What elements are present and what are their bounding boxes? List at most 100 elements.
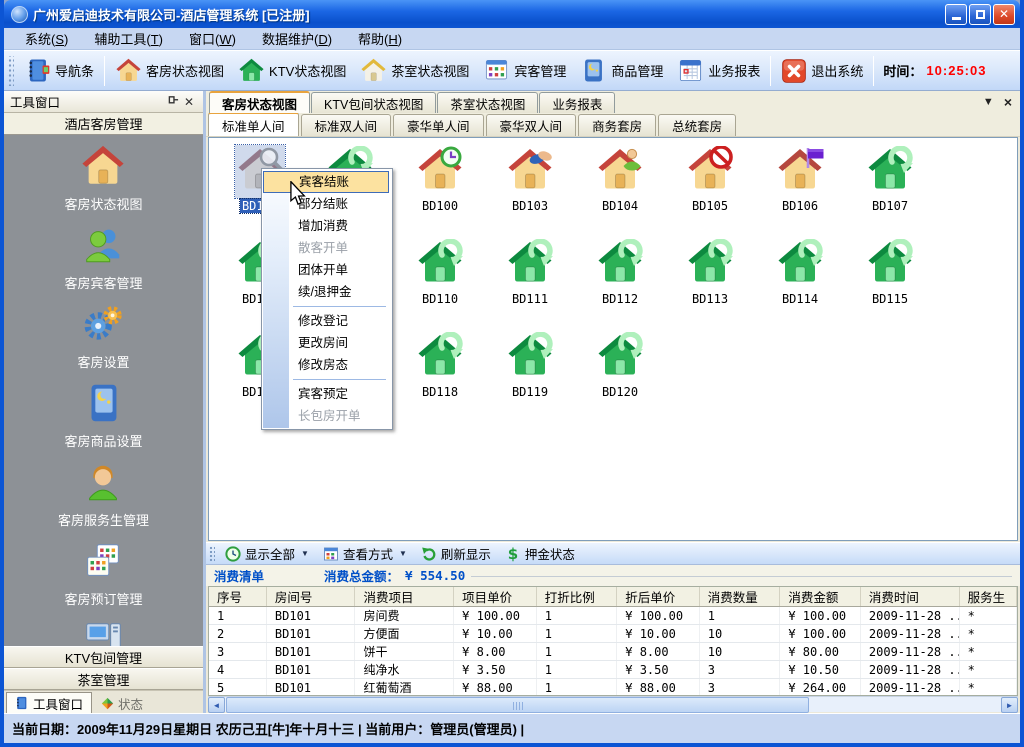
close-panel-icon[interactable]: ✕	[181, 95, 197, 109]
room-BD114[interactable]: BD114	[755, 238, 845, 331]
dropdown-arrow-icon[interactable]: ▼	[399, 549, 407, 558]
room-type-tab-4[interactable]: 商务套房	[578, 114, 656, 136]
table-cell: *	[959, 607, 1016, 625]
detail-toolbar-grip[interactable]	[209, 546, 215, 562]
column-header-8[interactable]: 消费时间	[860, 587, 959, 607]
context-menu-item-7[interactable]: 修改登记	[262, 310, 390, 332]
table-row[interactable]: 3BD101饼干¥ 8.001¥ 8.0010¥ 80.002009-11-28…	[209, 643, 1017, 661]
toolbar-button-6[interactable]: 业务报表	[670, 55, 767, 86]
detail-toolbar-button-2[interactable]: 刷新显示	[414, 544, 498, 563]
scroll-left-icon[interactable]: ◄	[208, 697, 225, 713]
toolbar-button-3[interactable]: 茶室状态视图	[353, 55, 476, 86]
room-BD115[interactable]: BD115	[845, 238, 935, 331]
toolbar-button-0[interactable]: 导航条	[17, 55, 101, 86]
detail-toolbar-button-3[interactable]: $押金状态	[498, 544, 582, 563]
toolbar-button-5[interactable]: 商品管理	[573, 55, 670, 86]
sidebar-group-1[interactable]: 茶室管理	[4, 668, 203, 690]
sidebar-item-4[interactable]: 客房服务生管理	[58, 459, 149, 529]
column-header-4[interactable]: 打折比例	[536, 587, 617, 607]
time-value: 10:25:03	[926, 63, 986, 78]
tab-list-dropdown-icon[interactable]: ▼	[983, 96, 994, 108]
menu-item-4[interactable]: 帮助(H)	[345, 27, 415, 50]
context-menu-item-8[interactable]: 更改房间	[262, 332, 390, 354]
sidebar-group-hotel-rooms[interactable]: 酒店客房管理	[4, 113, 203, 135]
context-menu-item-5[interactable]: 续/退押金	[262, 281, 390, 303]
context-menu-item-0[interactable]: 宾客结账	[263, 171, 389, 193]
room-type-tab-1[interactable]: 标准双人间	[301, 114, 392, 136]
scroll-right-icon[interactable]: ►	[1001, 697, 1018, 713]
close-button[interactable]: ✕	[993, 4, 1015, 25]
column-header-2[interactable]: 消费项目	[355, 587, 454, 607]
context-menu-item-2[interactable]: 增加消费	[262, 215, 390, 237]
column-header-5[interactable]: 折后单价	[617, 587, 700, 607]
table-row[interactable]: 2BD101方便面¥ 10.001¥ 10.0010¥ 100.002009-1…	[209, 625, 1017, 643]
room-BD119[interactable]: BD119	[485, 331, 575, 424]
room-type-tab-0[interactable]: 标准单人间	[208, 112, 299, 136]
pin-icon[interactable]	[165, 95, 181, 109]
sidebar-item-6[interactable]: 客房其他款项登记	[51, 617, 155, 646]
context-menu-item-4[interactable]: 团体开单	[262, 259, 390, 281]
context-menu-item-9[interactable]: 修改房态	[262, 354, 390, 376]
column-header-6[interactable]: 消费数量	[699, 587, 780, 607]
menu-item-1[interactable]: 辅助工具(T)	[81, 27, 176, 50]
toolbar-button-1[interactable]: 客房状态视图	[108, 55, 231, 86]
room-type-tab-5[interactable]: 总统套房	[658, 114, 736, 136]
menu-item-3[interactable]: 数据维护(D)	[249, 27, 345, 50]
context-menu-item-1[interactable]: 部分结账	[262, 193, 390, 215]
toolbar-button-7[interactable]: 退出系统	[774, 56, 870, 86]
toolbar-grip[interactable]	[7, 56, 14, 86]
room-BD103[interactable]: BD103	[485, 145, 575, 238]
context-menu-item-3: 散客开单	[262, 237, 390, 259]
room-BD112[interactable]: BD112	[575, 238, 665, 331]
room-type-tab-3[interactable]: 豪华双人间	[486, 114, 577, 136]
table-row[interactable]: 5BD101红葡萄酒¥ 88.001¥ 88.003¥ 264.002009-1…	[209, 679, 1017, 696]
room-BD106[interactable]: BD106	[755, 145, 845, 238]
minimize-button[interactable]	[945, 4, 967, 25]
table-cell: *	[959, 679, 1016, 696]
column-header-3[interactable]: 项目单价	[454, 587, 537, 607]
room-BD100[interactable]: BD100	[395, 145, 485, 238]
room-BD105[interactable]: BD105	[665, 145, 755, 238]
menu-item-2[interactable]: 窗口(W)	[176, 27, 249, 50]
maximize-button[interactable]	[969, 4, 991, 25]
menu-item-0[interactable]: 系统(S)	[12, 27, 81, 50]
detail-toolbar-button-0[interactable]: 显示全部▼	[218, 544, 316, 563]
dropdown-arrow-icon[interactable]: ▼	[301, 549, 309, 558]
sidebar-item-1[interactable]: 客房宾客管理	[64, 222, 142, 292]
main-tab-1[interactable]: KTV包间状态视图	[311, 92, 436, 113]
context-menu-item-11[interactable]: 宾客预定	[262, 383, 390, 405]
column-header-0[interactable]: 序号	[209, 587, 266, 607]
room-BD113[interactable]: BD113	[665, 238, 755, 331]
horizontal-scrollbar[interactable]: ◄ ►	[208, 696, 1018, 712]
sidebar-group-0[interactable]: KTV包间管理	[4, 646, 203, 668]
sidebar-bottom-tab-0[interactable]: 工具窗口	[6, 692, 92, 713]
room-type-tab-2[interactable]: 豪华单人间	[393, 114, 484, 136]
sidebar-bottom-tab-1[interactable]: 状态	[92, 692, 152, 713]
main-tab-0[interactable]: 客房状态视图	[209, 91, 310, 113]
main-tab-3[interactable]: 业务报表	[539, 92, 615, 113]
consumption-list-label: 消费清单	[214, 566, 264, 585]
table-row[interactable]: 4BD101纯净水¥ 3.501¥ 3.503¥ 10.502009-11-28…	[209, 661, 1017, 679]
tab-close-icon[interactable]: ×	[1004, 94, 1012, 110]
toolbar-button-4[interactable]: 宾客管理	[476, 55, 573, 86]
deposit-dollar-icon: $	[505, 546, 521, 562]
room-BD107[interactable]: BD107	[845, 145, 935, 238]
main-tab-2[interactable]: 茶室状态视图	[437, 92, 538, 113]
room-BD118[interactable]: BD118	[395, 331, 485, 424]
column-header-9[interactable]: 服务生	[959, 587, 1016, 607]
sidebar-item-5[interactable]: 客房预订管理	[64, 538, 142, 608]
room-BD110[interactable]: BD110	[395, 238, 485, 331]
sidebar-item-2[interactable]: 客房设置	[77, 301, 129, 371]
toolbar-button-2[interactable]: KTV状态视图	[231, 55, 353, 86]
scrollbar-thumb[interactable]	[226, 697, 809, 713]
room-BD120[interactable]: BD120	[575, 331, 665, 424]
room-BD104[interactable]: BD104	[575, 145, 665, 238]
sidebar-item-3[interactable]: 客房商品设置	[64, 380, 142, 450]
sidebar-item-0[interactable]: 客房状态视图	[64, 143, 142, 213]
detail-toolbar-button-1[interactable]: 查看方式▼	[316, 544, 414, 563]
column-header-1[interactable]: 房间号	[266, 587, 355, 607]
column-header-7[interactable]: 消费金额	[780, 587, 861, 607]
table-row[interactable]: 1BD101房间费¥ 100.001¥ 100.001¥ 100.002009-…	[209, 607, 1017, 625]
room-BD111[interactable]: BD111	[485, 238, 575, 331]
computer-icon	[80, 617, 126, 646]
